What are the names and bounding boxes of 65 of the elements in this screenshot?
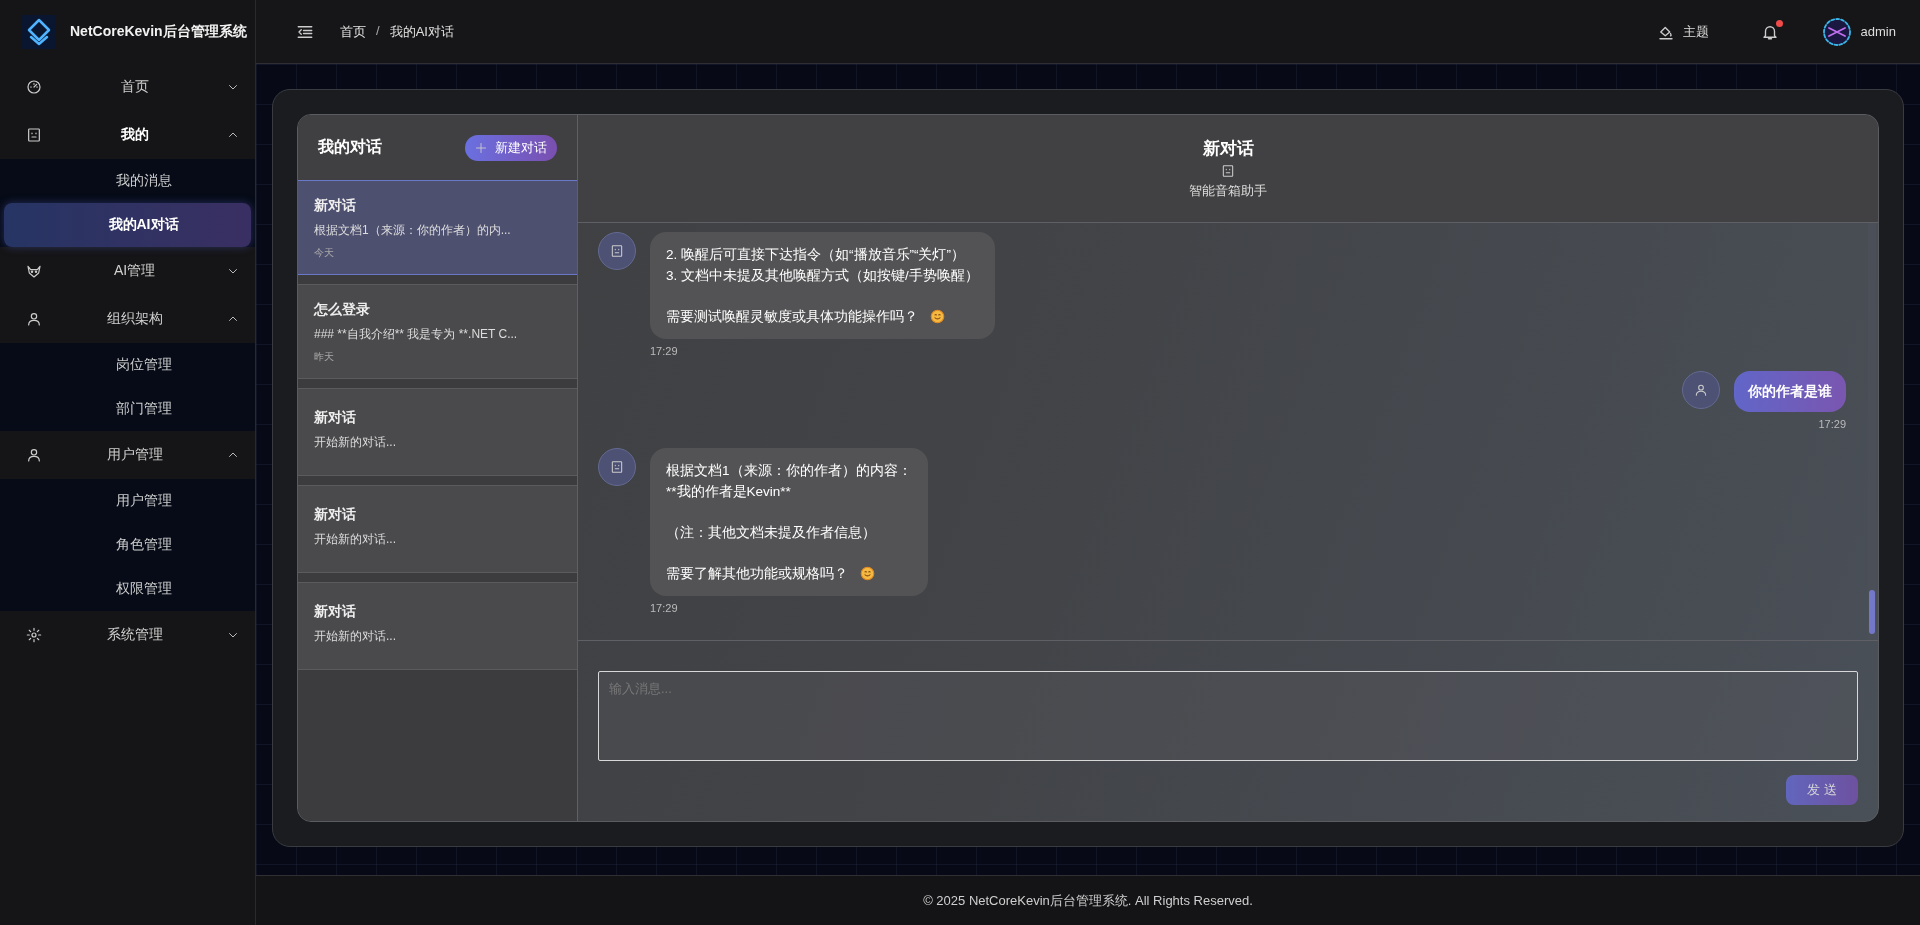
username[interactable]: admin bbox=[1860, 24, 1896, 39]
submenu-item[interactable]: 岗位管理 bbox=[4, 343, 251, 387]
submenu-item[interactable]: 我的消息 bbox=[4, 159, 251, 203]
conversation-title: 新对话 bbox=[314, 197, 357, 215]
conversation-item[interactable]: 新对话 根据文档1（来源：你的作者）的内... 今天 bbox=[298, 180, 577, 275]
plus-icon bbox=[475, 141, 487, 154]
panel-title: 我的对话 bbox=[318, 137, 382, 157]
menu-item[interactable]: 系统管理 bbox=[0, 611, 255, 659]
menu-item[interactable]: 用户管理 bbox=[0, 431, 255, 479]
conversation-title: 新对话 bbox=[314, 409, 357, 427]
conversation-preview: 开始新的对话... bbox=[314, 628, 397, 645]
logo-icon bbox=[22, 14, 56, 49]
breadcrumb-separator: / bbox=[376, 22, 380, 40]
conversation-preview: 开始新的对话... bbox=[314, 434, 397, 451]
message-text: 根据文档1（来源：你的作者）的内容： bbox=[666, 462, 912, 480]
submenu-item[interactable]: 角色管理 bbox=[4, 523, 251, 567]
submenu-item[interactable]: 部门管理 bbox=[4, 387, 251, 431]
conversation-preview: 开始新的对话... bbox=[314, 531, 397, 548]
menu-item[interactable]: 首页 bbox=[0, 63, 255, 111]
user-icon bbox=[1694, 383, 1708, 397]
menu-item[interactable]: 组织架构 bbox=[0, 295, 255, 343]
message-text: **我的作者是Kevin** bbox=[666, 483, 792, 501]
gauge-icon bbox=[26, 79, 42, 95]
submenu-item[interactable]: 用户管理 bbox=[4, 479, 251, 523]
scrollbar-thumb[interactable] bbox=[1869, 590, 1875, 634]
menu-item[interactable]: 我的 bbox=[0, 111, 255, 159]
conversation-title: 怎么登录 bbox=[314, 301, 371, 319]
conversation-date: 今天 bbox=[314, 246, 335, 260]
breadcrumb-link[interactable]: 我的AI对话 bbox=[389, 22, 454, 41]
conversation-item[interactable]: 新对话 开始新的对话... bbox=[298, 485, 577, 573]
message-text: 3. 文档中未提及其他唤醒方式（如按键/手势唤醒） bbox=[666, 267, 979, 285]
submenu-item[interactable]: 权限管理 bbox=[4, 567, 251, 611]
conversation-preview: 根据文档1（来源：你的作者）的内... bbox=[314, 222, 512, 239]
conversation-title: 新对话 bbox=[314, 603, 357, 621]
submenu-item[interactable]: 我的AI对话 bbox=[4, 203, 251, 247]
message-time: 17:29 bbox=[1818, 418, 1846, 430]
message-text: 需要测试唤醒灵敏度或具体功能操作吗？ bbox=[666, 308, 918, 326]
robot-icon bbox=[610, 244, 624, 258]
fox-icon bbox=[26, 263, 42, 279]
message-text: 需要了解其他功能或规格吗？ bbox=[666, 565, 848, 583]
conversation-preview: ### **自我介绍** 我是专为 **.NET C... bbox=[314, 326, 519, 343]
user-icon bbox=[26, 311, 42, 327]
message-time: 17:29 bbox=[650, 345, 679, 357]
conversation-item[interactable]: 新对话 开始新的对话... bbox=[298, 388, 577, 476]
chat-title: 新对话 bbox=[1202, 138, 1254, 160]
robot-icon bbox=[26, 127, 42, 143]
avatar-icon bbox=[1822, 17, 1851, 46]
robot-icon bbox=[610, 460, 624, 474]
menu-item[interactable]: AI管理 bbox=[0, 247, 255, 295]
user-icon bbox=[26, 447, 42, 463]
brand-title: NetCoreKevin后台管理系统 bbox=[70, 22, 247, 41]
message-time: 17:29 bbox=[650, 602, 679, 614]
new-chat-button[interactable]: 新建对话 bbox=[465, 134, 557, 161]
conversation-date: 昨天 bbox=[314, 350, 335, 364]
copyright-text: © 2025 NetCoreKevin后台管理系统. All Rights Reserved. bbox=[923, 891, 1253, 910]
message-text: 2. 唤醒后可直接下达指令（如“播放音乐”“关灯”） bbox=[666, 246, 966, 264]
robot-icon bbox=[1221, 164, 1235, 178]
conversation-item[interactable]: 怎么登录 ### **自我介绍** 我是专为 **.NET C... 昨天 bbox=[298, 284, 577, 379]
assistant-name: 智能音箱助手 bbox=[1189, 182, 1267, 200]
breadcrumb-link[interactable]: 首页 bbox=[340, 22, 366, 41]
message-text: 你的作者是谁 bbox=[1748, 383, 1832, 401]
message-text: （注：其他文档未提及作者信息） bbox=[666, 524, 877, 542]
conversation-item[interactable]: 新对话 开始新的对话... bbox=[298, 582, 577, 670]
conversation-title: 新对话 bbox=[314, 506, 357, 524]
theme-button[interactable]: 主题 bbox=[1656, 22, 1709, 41]
